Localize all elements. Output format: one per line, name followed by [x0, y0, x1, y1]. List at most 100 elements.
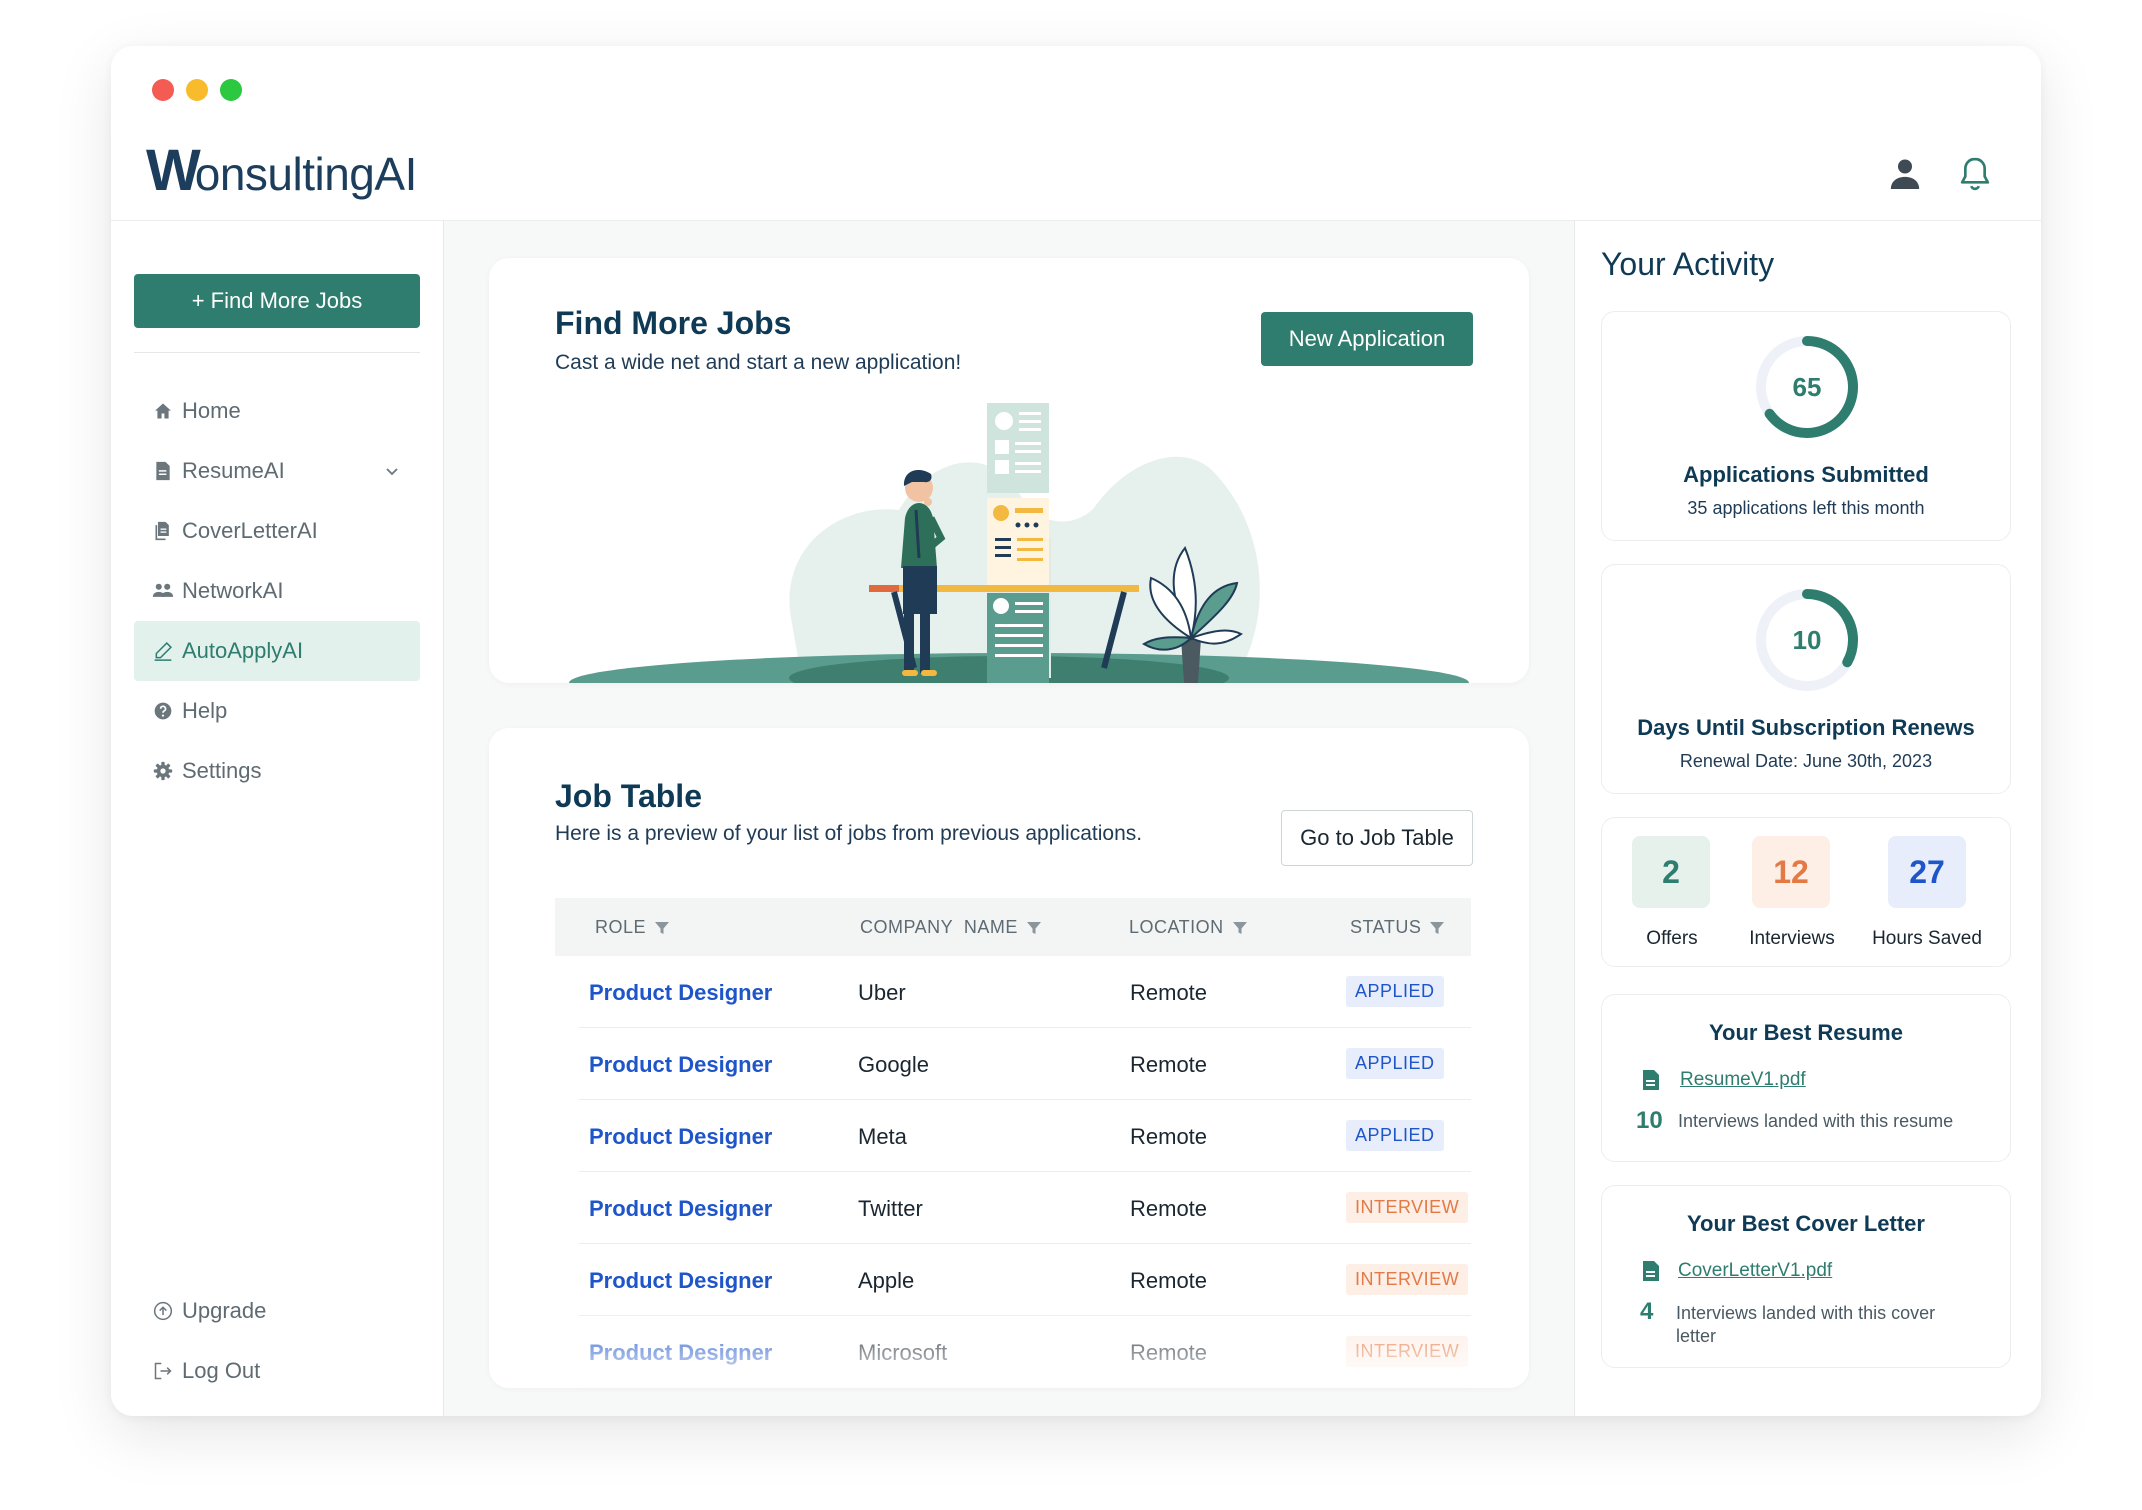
company-name: Uber: [858, 980, 906, 1005]
job-location: Remote: [1130, 1268, 1208, 1293]
logo-w: W: [146, 138, 201, 203]
table-row[interactable]: Product Designer Apple Remote INTERVIEW: [579, 1244, 1471, 1316]
sidebar-item-label: AutoApplyAI: [182, 638, 304, 663]
subscription-label: Days Until Subscription Renews: [1637, 715, 1975, 740]
job-role-link[interactable]: Product Designer: [589, 1052, 772, 1078]
job-location: Remote: [1130, 1124, 1208, 1149]
sidebar-item-networkai[interactable]: NetworkAI: [134, 561, 420, 621]
job-role-link[interactable]: Product Designer: [589, 1268, 772, 1294]
document-icon: [152, 460, 174, 482]
column-header-status[interactable]: STATUS: [1350, 917, 1445, 938]
cover-letter-interview-text: Interviews landed with this cover letter: [1676, 1303, 1936, 1346]
logout-icon: [152, 1360, 174, 1382]
interviews-label: Interviews: [1749, 928, 1835, 949]
table-row[interactable]: Product Designer Twitter Remote INTERVIE…: [579, 1172, 1471, 1244]
table-row[interactable]: Product Designer Uber Remote APPLIED: [579, 956, 1471, 1028]
logo-text: onsultingAI: [194, 148, 418, 200]
sidebar-item-label: NetworkAI: [182, 578, 284, 603]
sidebar-item-upgrade[interactable]: Upgrade: [134, 1281, 420, 1341]
job-role-link[interactable]: Product Designer: [589, 980, 772, 1006]
chevron-down-icon[interactable]: [384, 463, 400, 479]
best-resume-card: Your Best Resume ResumeV1.pdf 10 Intervi…: [1601, 994, 2011, 1162]
status-badge: APPLIED: [1346, 976, 1444, 1007]
resume-interview-text: Interviews landed with this resume: [1678, 1111, 1954, 1131]
company-name: Google: [858, 1052, 929, 1077]
stats-card: 2 Offers 12 Interviews 27 Hours Saved: [1601, 817, 2011, 967]
sidebar-item-autoapplyai[interactable]: AutoApplyAI: [134, 621, 420, 681]
sidebar-item-label: CoverLetterAI: [182, 518, 318, 543]
job-table-title: Job Table: [555, 778, 702, 814]
filter-icon[interactable]: [1232, 920, 1248, 936]
documents-icon: [152, 520, 174, 542]
filter-icon[interactable]: [1026, 920, 1042, 936]
job-role-link[interactable]: Product Designer: [589, 1340, 772, 1366]
sidebar-item-label: Home: [182, 398, 241, 423]
go-to-job-table-button[interactable]: Go to Job Table: [1281, 810, 1473, 866]
best-cover-letter-card: Your Best Cover Letter CoverLetterV1.pdf…: [1601, 1185, 2011, 1368]
column-header-company[interactable]: COMPANY NAME: [860, 917, 1042, 938]
status-badge: INTERVIEW: [1346, 1264, 1469, 1295]
company-name: Meta: [858, 1124, 907, 1149]
sidebar-bottom-nav: Upgrade Log Out: [134, 1281, 420, 1401]
job-location: Remote: [1130, 1340, 1208, 1365]
sidebar-item-resumeai[interactable]: ResumeAI: [134, 441, 420, 501]
company-name: Apple: [858, 1268, 915, 1293]
sidebar-divider: [134, 352, 420, 353]
new-application-button[interactable]: New Application: [1261, 312, 1473, 366]
pen-icon: [152, 640, 174, 662]
job-location: Remote: [1130, 980, 1208, 1005]
upgrade-icon: [152, 1300, 174, 1322]
sidebar-item-label: Upgrade: [182, 1298, 267, 1323]
company-name: Twitter: [858, 1196, 923, 1221]
find-jobs-subtitle: Cast a wide net and start a new applicat…: [555, 351, 962, 374]
hours-saved-count: 27: [1888, 836, 1966, 908]
filter-icon[interactable]: [654, 920, 670, 936]
sidebar-item-coverletterai[interactable]: CoverLetterAI: [134, 501, 420, 561]
sidebar-item-help[interactable]: Help: [134, 681, 420, 741]
table-row[interactable]: Product Designer Meta Remote APPLIED: [579, 1100, 1471, 1172]
table-row[interactable]: Product Designer Microsoft Remote INTERV…: [579, 1316, 1471, 1388]
job-role-link[interactable]: Product Designer: [589, 1124, 772, 1150]
maximize-window-dot[interactable]: [220, 79, 242, 101]
cover-letter-interview-count: 4: [1640, 1298, 1654, 1325]
applications-remaining: 35 applications left this month: [1687, 498, 1925, 518]
app-logo[interactable]: WonsultingAI: [146, 142, 417, 200]
company-name: Microsoft: [858, 1340, 948, 1365]
resume-interview-count: 10: [1636, 1107, 1663, 1134]
activity-title: Your Activity: [1601, 246, 1775, 282]
status-badge: APPLIED: [1346, 1048, 1444, 1079]
sidebar-item-logout[interactable]: Log Out: [134, 1341, 420, 1401]
minimize-window-dot[interactable]: [186, 79, 208, 101]
column-header-role[interactable]: ROLE: [595, 917, 670, 938]
find-jobs-card: Find More Jobs Cast a wide net and start…: [489, 258, 1529, 683]
column-header-location[interactable]: LOCATION: [1129, 917, 1248, 938]
resume-file-link[interactable]: ResumeV1.pdf: [1680, 1069, 1806, 1091]
applications-count: 65: [1793, 372, 1822, 402]
sidebar-item-settings[interactable]: Settings: [134, 741, 420, 801]
job-location: Remote: [1130, 1196, 1208, 1221]
sidebar-item-label: Help: [182, 698, 228, 723]
filter-icon[interactable]: [1429, 920, 1445, 936]
status-badge: APPLIED: [1346, 1120, 1444, 1151]
column-header-label: COMPANY NAME: [860, 917, 1018, 937]
job-location: Remote: [1130, 1052, 1208, 1077]
bell-icon[interactable]: [1955, 154, 1995, 194]
sidebar-item-label: Settings: [182, 758, 262, 783]
job-search-illustration: [569, 403, 1469, 683]
job-role-link[interactable]: Product Designer: [589, 1196, 772, 1222]
top-bar: WonsultingAI: [111, 46, 2041, 221]
file-icon: [1643, 1070, 1659, 1090]
best-cover-letter-title: Your Best Cover Letter: [1687, 1211, 1925, 1236]
people-icon: [152, 580, 174, 602]
cover-letter-file-link[interactable]: CoverLetterV1.pdf: [1678, 1260, 1832, 1282]
user-icon[interactable]: [1885, 154, 1925, 194]
close-window-dot[interactable]: [152, 79, 174, 101]
home-icon: [152, 400, 174, 422]
find-jobs-title: Find More Jobs: [555, 305, 792, 341]
find-more-jobs-button[interactable]: + Find More Jobs: [134, 274, 420, 328]
app-window: WonsultingAI + Find More Jobs Home Resum…: [111, 46, 2041, 1416]
sidebar-item-home[interactable]: Home: [134, 381, 420, 441]
column-header-label: ROLE: [595, 917, 647, 937]
best-resume-title: Your Best Resume: [1709, 1020, 1903, 1045]
table-row[interactable]: Product Designer Google Remote APPLIED: [579, 1028, 1471, 1100]
